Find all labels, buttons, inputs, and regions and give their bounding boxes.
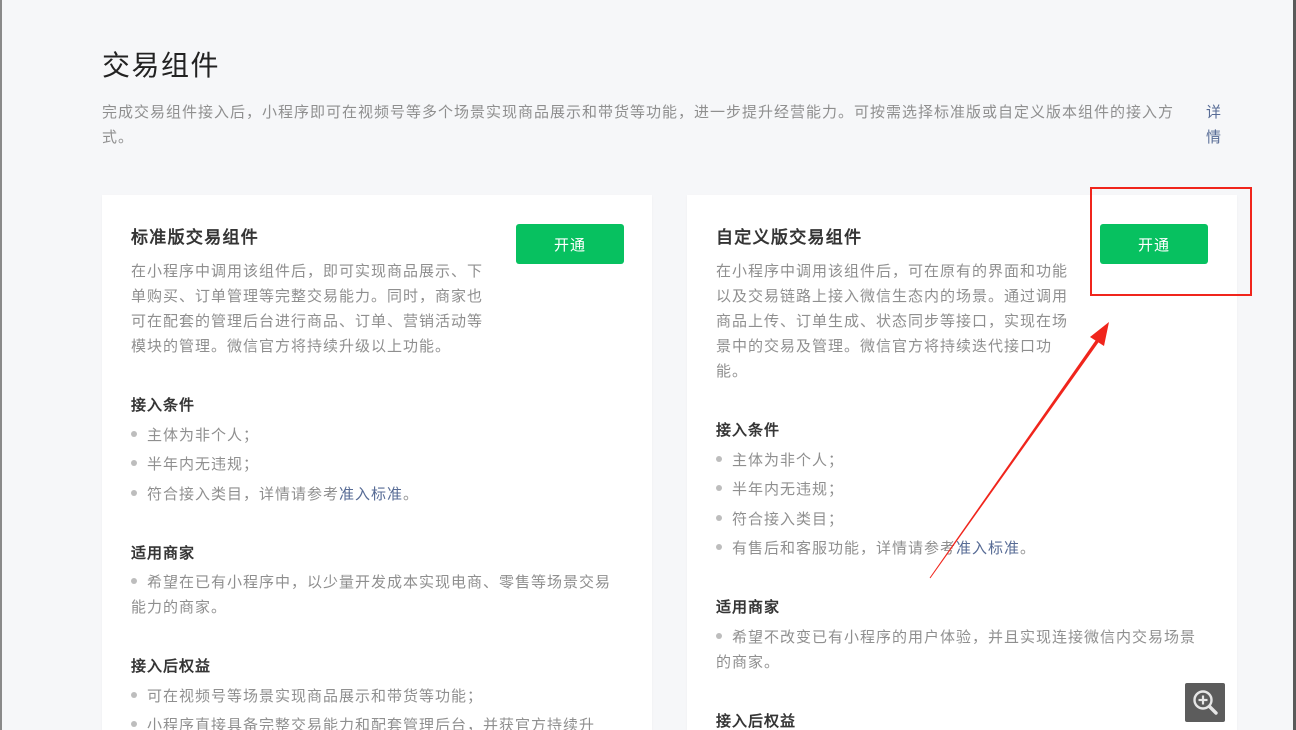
- zoom-in-button[interactable]: [1185, 683, 1225, 722]
- list-item: 主体为非个人；: [131, 423, 621, 448]
- card-description: 在小程序中调用该组件后，可在原有的界面和功能以及交易链路上接入微信生态内的场景。…: [716, 263, 1069, 380]
- section-heading: 适用商家: [716, 599, 781, 616]
- bullet-dot: [716, 544, 722, 551]
- open-custom-button[interactable]: 开通: [1100, 224, 1208, 264]
- list-item-suffix: 。: [1020, 540, 1037, 557]
- list-item-text: 有售后和客服功能，详情请参考: [732, 540, 957, 557]
- standard-component-card: 标准版交易组件 开通 在小程序中调用该组件后，即可实现商品展示、下单购买、订单管…: [102, 195, 652, 730]
- bullet-dot: [131, 691, 137, 698]
- bullet-dot: [716, 514, 722, 521]
- list-item: 符合接入类目；: [716, 507, 1206, 532]
- list-item: 希望在已有小程序中，以少量开发成本实现电商、零售等场景交易能力的商家。: [131, 570, 621, 620]
- list-item-text: 希望不改变已有小程序的用户体验，并且实现连接微信内交易场景的商家。: [716, 628, 1197, 671]
- admission-standard-link[interactable]: 准入标准: [956, 540, 1020, 557]
- section-benefits: 接入后权益 可在视频号等场景实现商品展示和带货等功能； 小程序直接具备完整交易能…: [131, 654, 621, 730]
- list-item-text: 半年内无违规；: [147, 456, 260, 473]
- list-item: 小程序直接具备完整交易能力和配套管理后台，并获官方持续升: [131, 713, 621, 730]
- bullet-dot: [131, 430, 137, 437]
- bullet-dot: [131, 489, 137, 496]
- merchants-list: 希望不改变已有小程序的用户体验，并且实现连接微信内交易场景的商家。: [716, 625, 1206, 675]
- requirements-list: 主体为非个人； 半年内无违规； 符合接入类目； 有售后和客服功能，详情请参考准入…: [716, 448, 1206, 562]
- list-item-text: 符合接入类目；: [732, 510, 845, 528]
- section-heading: 适用商家: [131, 544, 196, 562]
- list-item-text: 符合接入类目，详情请参考: [147, 485, 340, 503]
- section-benefits: 接入后权益: [716, 709, 1206, 730]
- bullet-dot: [716, 632, 722, 639]
- list-item: 希望不改变已有小程序的用户体验，并且实现连接微信内交易场景的商家。: [716, 625, 1206, 675]
- list-item: 有售后和客服功能，详情请参考准入标准。: [716, 536, 1206, 561]
- section-requirements: 接入条件 主体为非个人； 半年内无违规； 符合接入类目； 有售后和客服功能，详情…: [716, 418, 1206, 561]
- section-applicable-merchants: 适用商家 希望不改变已有小程序的用户体验，并且实现连接微信内交易场景的商家。: [716, 595, 1206, 675]
- detail-link[interactable]: 详情: [1206, 100, 1222, 150]
- open-standard-button[interactable]: 开通: [516, 224, 624, 264]
- list-item: 主体为非个人；: [716, 448, 1206, 473]
- page-title: 交易组件: [102, 50, 221, 81]
- section-heading: 接入后权益: [131, 658, 212, 675]
- list-item: 符合接入类目，详情请参考准入标准。: [131, 482, 621, 507]
- bullet-dot: [716, 455, 722, 462]
- list-item-text: 希望在已有小程序中，以少量开发成本实现电商、零售等场景交易能力的商家。: [131, 574, 612, 616]
- custom-component-card: 自定义版交易组件 开通 在小程序中调用该组件后，可在原有的界面和功能以及交易链路…: [687, 195, 1237, 730]
- list-item-suffix: 。: [403, 485, 420, 503]
- list-item: 可在视频号等场景实现商品展示和带货等功能；: [131, 684, 621, 709]
- admission-standard-link[interactable]: 准入标准: [339, 486, 403, 503]
- list-item-text: 小程序直接具备完整交易能力和配套管理后台，并获官方持续升: [147, 717, 596, 730]
- zoom-in-icon: [1193, 690, 1218, 715]
- list-item-text: 半年内无违规；: [732, 481, 845, 498]
- requirements-list: 主体为非个人； 半年内无违规； 符合接入类目，详情请参考准入标准。: [131, 423, 621, 507]
- benefits-list: 可在视频号等场景实现商品展示和带货等功能； 小程序直接具备完整交易能力和配套管理…: [131, 684, 621, 730]
- section-heading: 接入条件: [131, 397, 196, 414]
- section-heading: 接入后权益: [716, 712, 797, 730]
- section-requirements: 接入条件 主体为非个人； 半年内无违规； 符合接入类目，详情请参考准入标准。: [131, 393, 621, 507]
- list-item-text: 主体为非个人；: [147, 426, 260, 444]
- list-item-text: 主体为非个人；: [732, 451, 845, 469]
- list-item: 半年内无违规；: [716, 477, 1206, 502]
- section-heading: 接入条件: [716, 422, 781, 439]
- bullet-dot: [131, 578, 137, 585]
- merchants-list: 希望在已有小程序中，以少量开发成本实现电商、零售等场景交易能力的商家。: [131, 570, 621, 620]
- list-item: 半年内无违规；: [131, 452, 621, 477]
- bullet-dot: [716, 485, 722, 492]
- page-description: 完成交易组件接入后，小程序即可在视频号等多个场景实现商品展示和带货等功能，进一步…: [102, 104, 1175, 146]
- section-applicable-merchants: 适用商家 希望在已有小程序中，以少量开发成本实现电商、零售等场景交易能力的商家。: [131, 541, 621, 621]
- bullet-dot: [131, 460, 137, 467]
- window-frame-left: [0, 0, 2, 730]
- list-item-text: 可在视频号等场景实现商品展示和带货等功能；: [147, 687, 484, 705]
- card-description: 在小程序中调用该组件后，即可实现商品展示、下单购买、订单管理等完整交易能力。同时…: [131, 263, 484, 355]
- bullet-dot: [131, 721, 137, 728]
